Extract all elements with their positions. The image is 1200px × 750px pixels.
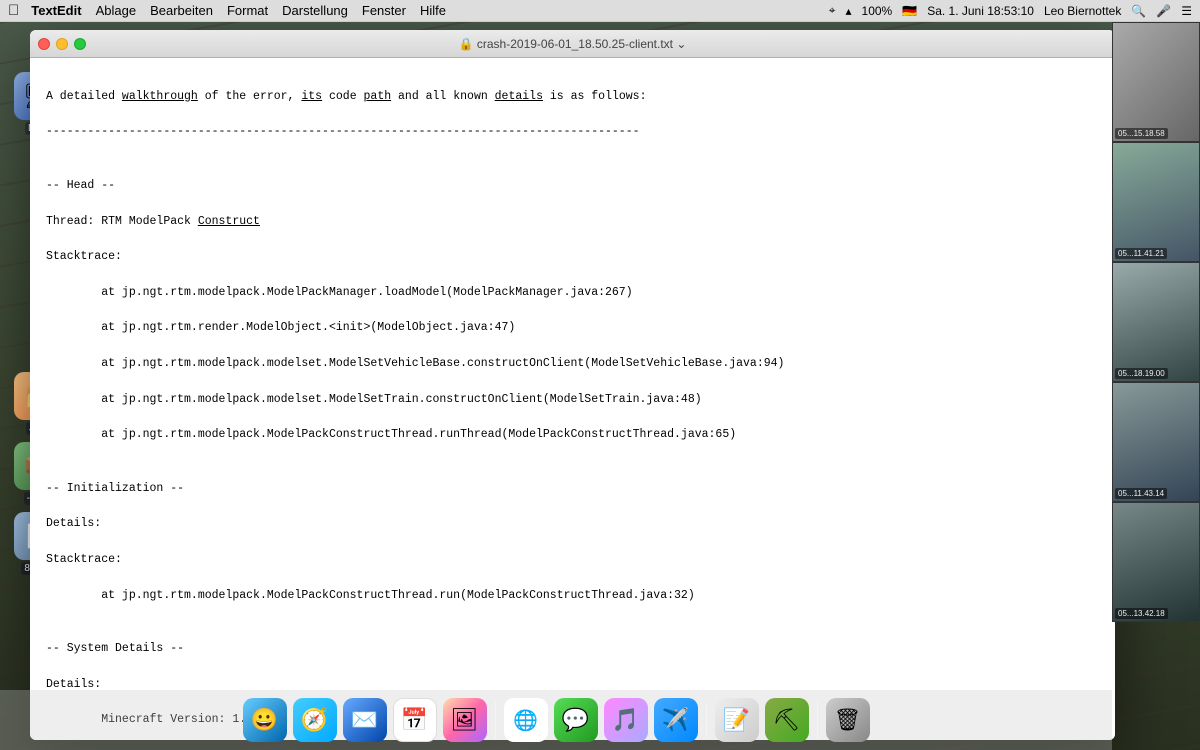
desktop: 🖥 Desi 📁 JAF 📦 -1.10 📄 85-ins 🔒 crash-20… bbox=[0, 22, 1200, 750]
screenshot-thumb-5[interactable]: 05...13.42.18 bbox=[1112, 502, 1200, 622]
menu-user: Leo Biernottek bbox=[1044, 4, 1121, 18]
dock-safari[interactable]: 🧭 bbox=[293, 698, 337, 742]
screenshot-thumb-4[interactable]: 05...11.43.14 bbox=[1112, 382, 1200, 502]
menu-datetime: Sa. 1. Juni 18:53:10 bbox=[927, 4, 1034, 18]
menubar:  TextEdit Ablage Bearbeiten Format Dars… bbox=[0, 0, 1200, 22]
sidebar-screenshots: 05...15.18.58 05...11.41.21 05...18.19.0… bbox=[1112, 22, 1200, 750]
menu-format[interactable]: Format bbox=[227, 3, 268, 18]
dock-minecraft[interactable]: ⛏ bbox=[765, 698, 809, 742]
close-button[interactable] bbox=[38, 38, 50, 50]
menu-ablage[interactable]: Ablage bbox=[96, 3, 136, 18]
screenshot-label-5: 05...13.42.18 bbox=[1115, 608, 1168, 619]
screenshot-thumb-2[interactable]: 05...11.41.21 bbox=[1112, 142, 1200, 262]
dock-separator-2 bbox=[706, 702, 707, 738]
window-titlebar: 🔒 crash-2019-06-01_18.50.25-client.txt ⌄ bbox=[30, 30, 1115, 58]
menu-search-icon[interactable]: 🔍 bbox=[1131, 4, 1146, 18]
dock-chrome[interactable]: 🌐 bbox=[504, 698, 548, 742]
dock-finder[interactable]: 😀 bbox=[243, 698, 287, 742]
menu-battery: 100% bbox=[862, 4, 893, 18]
screenshot-thumb-1[interactable]: 05...15.18.58 bbox=[1112, 22, 1200, 142]
screenshot-label-1: 05...15.18.58 bbox=[1115, 128, 1168, 139]
dock-mail[interactable]: ✉️ bbox=[343, 698, 387, 742]
dock-separator bbox=[495, 702, 496, 738]
dock-whatsapp[interactable]: 💬 bbox=[554, 698, 598, 742]
menu-textedit[interactable]: TextEdit bbox=[31, 3, 81, 18]
screenshot-label-3: 05...18.19.00 bbox=[1115, 368, 1168, 379]
menu-wifi2: ▴ bbox=[846, 4, 852, 18]
textedit-window: 🔒 crash-2019-06-01_18.50.25-client.txt ⌄… bbox=[30, 30, 1115, 740]
window-title: 🔒 crash-2019-06-01_18.50.25-client.txt ⌄ bbox=[459, 37, 687, 51]
dock-separator-3 bbox=[817, 702, 818, 738]
dock-photos[interactable]: 🖼 bbox=[443, 698, 487, 742]
dock-calendar[interactable]: 📅 bbox=[393, 698, 437, 742]
dock-trash[interactable]: 🗑 bbox=[826, 698, 870, 742]
dock-itunes[interactable]: 🎵 bbox=[604, 698, 648, 742]
minimize-button[interactable] bbox=[56, 38, 68, 50]
menu-hilfe[interactable]: Hilfe bbox=[420, 3, 446, 18]
menu-flag: 🇩🇪 bbox=[902, 4, 917, 18]
menubar-right: ⌖ ▴ 100% 🇩🇪 Sa. 1. Juni 18:53:10 Leo Bie… bbox=[829, 3, 1192, 18]
dock: 😀 🧭 ✉️ 📅 🖼 🌐 💬 🎵 ✈️ 📝 ⛏ 🗑 bbox=[0, 690, 1112, 750]
menu-bearbeiten[interactable]: Bearbeiten bbox=[150, 3, 213, 18]
menu-wifi: ⌖ bbox=[829, 3, 836, 18]
menu-darstellung[interactable]: Darstellung bbox=[282, 3, 348, 18]
screenshot-thumb-3[interactable]: 05...18.19.00 bbox=[1112, 262, 1200, 382]
apple-menu[interactable]:  bbox=[8, 2, 19, 19]
menu-notification-icon[interactable]: ☰ bbox=[1181, 4, 1192, 18]
menu-siri-icon[interactable]: 🎤 bbox=[1156, 4, 1171, 18]
dock-textedit[interactable]: 📝 bbox=[715, 698, 759, 742]
maximize-button[interactable] bbox=[74, 38, 86, 50]
dock-telegram[interactable]: ✈️ bbox=[654, 698, 698, 742]
screenshot-label-2: 05...11.41.21 bbox=[1115, 248, 1167, 259]
menu-fenster[interactable]: Fenster bbox=[362, 3, 406, 18]
traffic-lights bbox=[38, 38, 86, 50]
textedit-content[interactable]: A detailed walkthrough of the error, its… bbox=[30, 58, 1115, 740]
screenshot-label-4: 05...11.43.14 bbox=[1115, 488, 1167, 499]
